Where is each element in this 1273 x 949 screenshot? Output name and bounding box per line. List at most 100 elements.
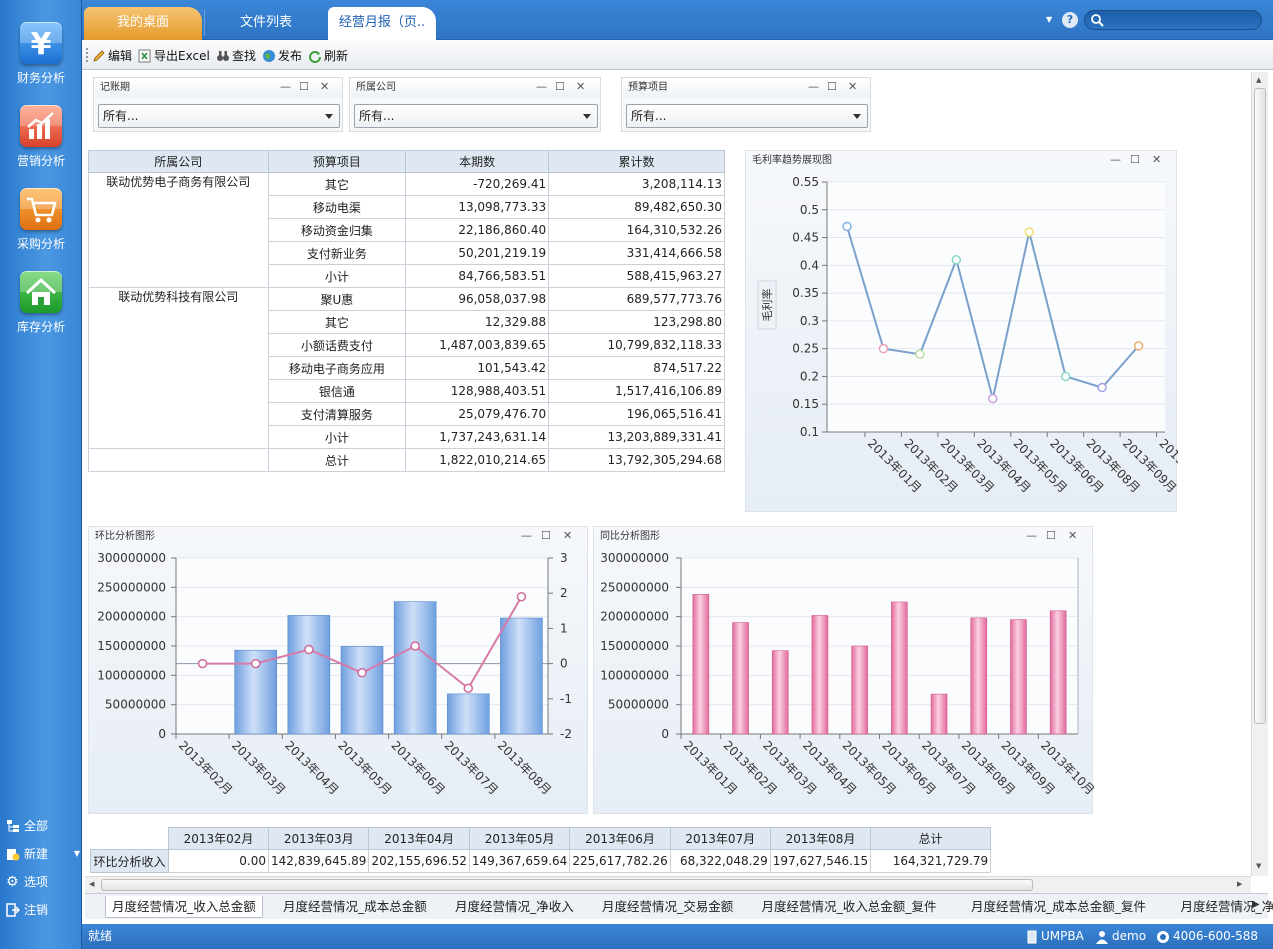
yoy-panel: 同比分析图形 — ☐ ✕ 300000000 250000000 200000000… (593, 526, 1094, 814)
budget-select[interactable]: 所有... (626, 104, 868, 128)
vertical-scroll-thumb[interactable] (1254, 88, 1266, 724)
sheet-tab[interactable]: 月度经营情况_净收入 (449, 896, 580, 918)
dropdown-arrow-icon[interactable]: ▼ (1046, 15, 1052, 24)
cumulative-value-cell: 3,208,114.13 (548, 172, 725, 196)
close-icon[interactable]: ✕ (320, 78, 329, 96)
edit-button[interactable]: 编辑 (92, 47, 132, 64)
data-point[interactable] (842, 221, 852, 232)
data-point[interactable] (915, 349, 925, 359)
data-point[interactable] (357, 668, 367, 678)
period-select-value: 所有... (103, 109, 139, 123)
tab-monthly-report[interactable]: 经营月报（页.. (328, 7, 436, 40)
action-all-label: 全部 (24, 819, 49, 833)
data-point[interactable] (951, 255, 962, 265)
maximize-icon[interactable]: ☐ (555, 78, 565, 96)
y-tick-label: 250000000 (97, 580, 166, 594)
search-box[interactable] (1084, 10, 1262, 30)
export-excel-button[interactable]: 导出Excel (138, 47, 210, 64)
nav-inventory[interactable]: 库存分析 (0, 271, 82, 335)
y-tick-label: 0.5 (800, 203, 819, 217)
bar[interactable] (811, 615, 829, 735)
bar[interactable] (1010, 619, 1027, 735)
data-point[interactable] (1024, 227, 1034, 237)
sheet-tab[interactable]: 月度经营情况_成本总金额 (277, 896, 433, 918)
y-tick-label: 0 (158, 727, 166, 741)
horizontal-scrollbar[interactable]: ◀ ▶ (85, 876, 1251, 893)
bar[interactable] (287, 615, 331, 735)
sheet-tab[interactable]: 月度经营情况_收入总金额_复件 (756, 896, 943, 918)
minimize-icon[interactable]: — (808, 78, 819, 96)
y-tick-label: 0.25 (792, 342, 819, 356)
refresh-button[interactable]: 刷新 (308, 47, 348, 64)
action-logout[interactable]: 注销 (6, 901, 80, 918)
summary-header: 2013年06月 (569, 827, 671, 850)
sheet-tab[interactable]: 月度经营情况_成本总金额_复件 (965, 896, 1152, 918)
bar[interactable] (446, 693, 490, 735)
server-indicator: UMPBA (1026, 924, 1084, 949)
find-button[interactable]: 查找 (216, 47, 256, 64)
data-point[interactable] (516, 591, 527, 602)
bar[interactable] (732, 622, 749, 735)
data-point[interactable] (1097, 382, 1107, 393)
maximize-icon[interactable]: ☐ (827, 78, 837, 96)
scroll-up-icon[interactable]: ▲ (1256, 76, 1261, 84)
period-select[interactable]: 所有... (98, 104, 340, 128)
tab-my-desktop[interactable]: 我的桌面 (84, 7, 202, 40)
help-icon[interactable]: ? (1062, 12, 1078, 28)
publish-button[interactable]: 发布 (262, 47, 302, 64)
nav-purchase[interactable]: 采购分析 (0, 188, 82, 252)
data-point[interactable] (304, 644, 314, 655)
data-point[interactable] (463, 683, 474, 693)
nav-finance[interactable]: ¥ 财务分析 (0, 22, 82, 86)
bar[interactable] (340, 646, 384, 735)
data-point[interactable] (988, 393, 998, 404)
bar[interactable] (1049, 610, 1067, 735)
minimize-icon[interactable]: — (280, 78, 291, 96)
budget-item-cell: 移动电渠 (267, 195, 407, 219)
tab-file-list[interactable]: 文件列表 (206, 7, 326, 40)
bar[interactable] (500, 617, 543, 735)
user-indicator: demo (1095, 924, 1146, 949)
budget-item-cell: 其它 (267, 172, 407, 196)
data-point[interactable] (197, 658, 208, 669)
minimize-icon[interactable]: — (536, 78, 547, 96)
y2-tick-label: 3 (560, 551, 568, 565)
company-select[interactable]: 所有... (354, 104, 598, 128)
action-all[interactable]: 全部 (6, 817, 80, 834)
scroll-down-icon[interactable]: ▼ (1256, 862, 1261, 870)
vertical-scrollbar[interactable]: ▲ ▼ (1251, 72, 1268, 876)
binoculars-icon (216, 49, 230, 63)
bar[interactable] (970, 617, 988, 735)
action-options[interactable]: ⚙ 选项 (6, 873, 80, 890)
cumulative-value-cell: 123,298.80 (548, 310, 725, 334)
bar[interactable] (393, 601, 437, 735)
nav-marketing-label: 营销分析 (16, 154, 65, 168)
sheet-tab[interactable]: 月度经营情况_收入总金额 (105, 896, 263, 918)
bar[interactable] (771, 650, 789, 735)
data-point[interactable] (878, 343, 889, 354)
current-value-cell: 101,543.42 (405, 356, 550, 380)
data-point[interactable] (1060, 371, 1071, 382)
left-sidebar: ¥ 财务分析 营销分析 采购分析 库存分析 全部 新建 ▼ ⚙ 选项 注销 (0, 0, 82, 949)
search-input[interactable] (1107, 12, 1257, 28)
maximize-icon[interactable]: ☐ (299, 78, 309, 96)
logout-icon (6, 902, 21, 917)
bar[interactable] (851, 645, 868, 735)
bar[interactable] (692, 594, 710, 735)
sheet-tab[interactable]: 月度经营情况_交易金额 (596, 896, 739, 918)
close-icon[interactable]: ✕ (848, 78, 857, 96)
tab-scroll-right-icon[interactable]: ▶ (1252, 899, 1260, 910)
budget-select-value: 所有... (631, 109, 667, 123)
data-point[interactable] (410, 641, 420, 651)
close-icon[interactable]: ✕ (576, 78, 585, 96)
data-point[interactable] (1133, 341, 1144, 351)
nav-marketing[interactable]: 营销分析 (0, 105, 82, 169)
bar[interactable] (891, 601, 908, 735)
horizontal-scroll-thumb[interactable] (101, 879, 1033, 891)
budget-item-cell: 小计 (267, 264, 407, 288)
action-new[interactable]: 新建 ▼ (6, 845, 80, 862)
bar[interactable] (930, 693, 948, 735)
data-point[interactable] (250, 658, 261, 669)
scroll-left-icon[interactable]: ◀ (89, 880, 94, 888)
scroll-right-icon[interactable]: ▶ (1237, 880, 1242, 888)
